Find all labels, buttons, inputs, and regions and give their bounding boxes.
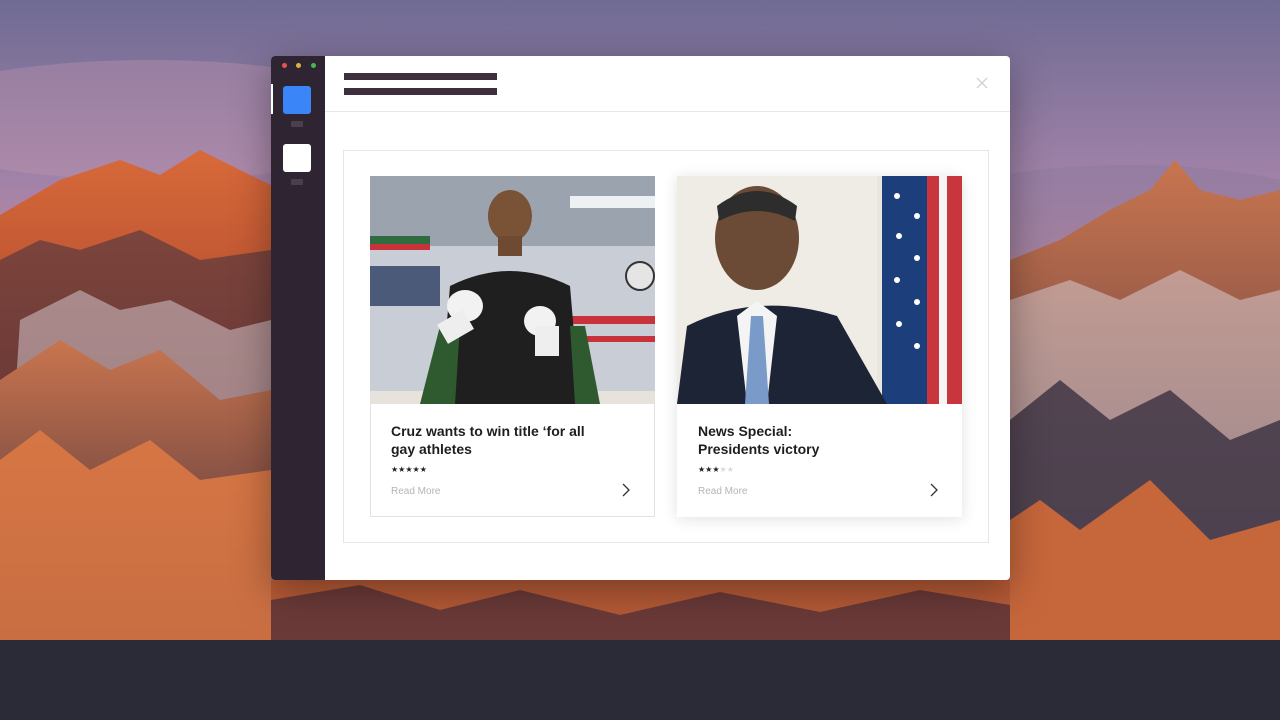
star-empty-icon: ★ — [719, 465, 727, 474]
app-window: Cruz wants to win title ‘for all gay ath… — [271, 56, 1010, 580]
news-card[interactable]: News Special: Presidents victory ★★★★★ R… — [677, 176, 962, 517]
president-portrait-photo — [677, 176, 962, 404]
sidebar-active-indicator — [271, 84, 273, 114]
star-filled-icon: ★ — [419, 465, 427, 474]
top-bar — [325, 56, 1010, 112]
star-rating: ★★★★★ — [391, 465, 427, 474]
star-empty-icon: ★ — [726, 465, 734, 474]
card-title-line2: Presidents victory — [698, 441, 820, 457]
star-filled-icon: ★ — [712, 465, 720, 474]
star-rating: ★★★★★ — [698, 465, 734, 474]
card-title-line1: News Special: — [698, 423, 793, 439]
window-minimize-dot[interactable] — [296, 63, 301, 68]
card-title[interactable]: Cruz wants to win title ‘for all gay ath… — [391, 422, 611, 458]
desktop-bottom-area — [0, 640, 1280, 720]
news-card[interactable]: Cruz wants to win title ‘for all gay ath… — [370, 176, 655, 517]
chevron-right-icon[interactable] — [926, 482, 942, 498]
card-title[interactable]: News Special: Presidents victory — [698, 422, 918, 458]
read-more-link[interactable]: Read More — [698, 486, 747, 497]
boxer-training-photo — [370, 176, 655, 404]
sidebar-app-white-icon[interactable] — [283, 144, 311, 172]
sidebar-app-blue-label — [291, 121, 303, 127]
menu-line-top — [344, 73, 497, 80]
window-maximize-dot[interactable] — [311, 63, 316, 68]
card-title-line2: gay athletes — [391, 441, 472, 457]
read-more-link[interactable]: Read More — [391, 486, 440, 497]
sidebar-app-blue-icon[interactable] — [283, 86, 311, 114]
star-filled-icon: ★ — [412, 465, 420, 474]
window-close-dot[interactable] — [282, 63, 287, 68]
close-icon[interactable] — [974, 76, 990, 92]
sidebar — [271, 56, 325, 580]
chevron-right-icon[interactable] — [618, 482, 634, 498]
star-filled-icon: ★ — [405, 465, 413, 474]
card-title-line1: Cruz wants to win title ‘for all — [391, 423, 585, 439]
sidebar-app-white-label — [291, 179, 303, 185]
menu-line-bottom — [344, 88, 497, 95]
content-panel: Cruz wants to win title ‘for all gay ath… — [343, 150, 989, 543]
